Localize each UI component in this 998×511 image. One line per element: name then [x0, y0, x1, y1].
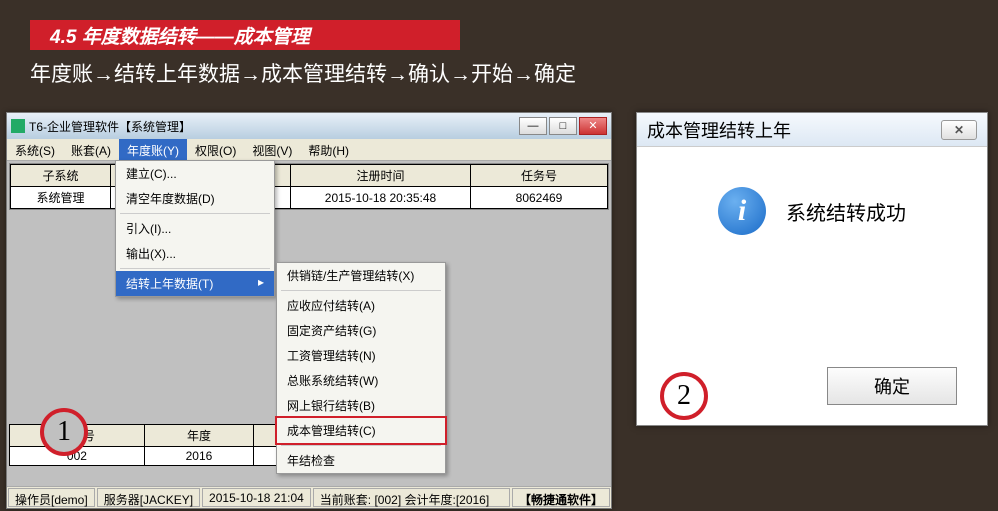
cell-year: 2016 [144, 447, 253, 466]
app-icon [11, 119, 25, 133]
minimize-button[interactable]: — [519, 117, 547, 135]
menu-item-gl[interactable]: 总账系统结转(W) [277, 368, 445, 393]
menu-account[interactable]: 账套(A) [63, 139, 119, 160]
menu-help[interactable]: 帮助(H) [300, 139, 357, 160]
menu-item-yearcheck[interactable]: 年结检查 [277, 448, 445, 473]
ok-button[interactable]: 确定 [827, 367, 957, 405]
maximize-button[interactable]: □ [549, 117, 577, 135]
window-title: T6-企业管理软件【系统管理】 [29, 118, 191, 135]
menu-item-create[interactable]: 建立(C)... [116, 161, 274, 186]
menu-view[interactable]: 视图(V) [244, 139, 300, 160]
col-subsystem: 子系统 [11, 165, 111, 187]
menu-item-ar[interactable]: 应收应付结转(A) [277, 293, 445, 318]
year-submenu: 建立(C)... 清空年度数据(D) 引入(I)... 输出(X)... 结转上… [115, 160, 275, 297]
carryforward-submenu: 供销链/生产管理结转(X) 应收应付结转(A) 固定资产结转(G) 工资管理结转… [276, 262, 446, 474]
dialog-close-button[interactable]: ✕ [941, 120, 977, 140]
step-circle-2: 2 [660, 372, 708, 420]
cell-taskno: 8062469 [471, 187, 608, 209]
menu-item-supply[interactable]: 供销链/生产管理结转(X) [277, 263, 445, 288]
slide-section-title: 4.5 年度数据结转——成本管理 [30, 20, 460, 50]
menu-item-import[interactable]: 引入(I)... [116, 216, 274, 241]
chevron-right-icon: ▸ [258, 275, 264, 292]
status-operator: 操作员[demo] [8, 488, 95, 507]
step-circle-1: 1 [40, 408, 88, 456]
dialog-title: 成本管理结转上年 [647, 117, 791, 143]
menu-item-fa[interactable]: 固定资产结转(G) [277, 318, 445, 343]
table-row: 系统管理 异常 2015-10-18 20:35:48 8062469 [11, 187, 608, 209]
menu-system[interactable]: 系统(S) [7, 139, 63, 160]
cell-subsystem: 系统管理 [11, 187, 111, 209]
menu-perm[interactable]: 权限(O) [187, 139, 244, 160]
col-regtime: 注册时间 [291, 165, 471, 187]
breadcrumb: 年度账→结转上年数据→成本管理结转→确认→开始→确定 [30, 58, 576, 88]
menubar: 系统(S) 账套(A) 年度账(Y) 权限(O) 视图(V) 帮助(H) [7, 139, 611, 161]
dialog-message: 系统结转成功 [786, 197, 906, 226]
statusbar: 操作员[demo] 服务器[JACKEY] 2015-10-18 21:04 当… [7, 486, 611, 508]
table-header-row: 子系统 运行状态 注册时间 任务号 [11, 165, 608, 187]
titlebar: T6-企业管理软件【系统管理】 — □ ✕ [7, 113, 611, 139]
status-time: 2015-10-18 21:04 [202, 488, 311, 507]
menu-item-bank[interactable]: 网上银行结转(B) [277, 393, 445, 418]
status-server: 服务器[JACKEY] [97, 488, 200, 507]
cell-regtime: 2015-10-18 20:35:48 [291, 187, 471, 209]
menu-item-wage[interactable]: 工资管理结转(N) [277, 343, 445, 368]
status-account: 当前账套: [002] 会计年度:[2016] [313, 488, 510, 507]
menu-item-cost[interactable]: 成本管理结转(C) [277, 418, 445, 443]
status-brand: 【畅捷通软件】 [512, 488, 610, 507]
menu-item-carryforward[interactable]: 结转上年数据(T)▸ [116, 271, 274, 296]
menu-item-export[interactable]: 输出(X)... [116, 241, 274, 266]
dialog-titlebar: 成本管理结转上年 ✕ [637, 113, 987, 147]
col-year: 年度 [144, 425, 253, 447]
menu-year[interactable]: 年度账(Y) [119, 139, 187, 160]
menu-item-clear[interactable]: 清空年度数据(D) [116, 186, 274, 211]
col-taskno: 任务号 [471, 165, 608, 187]
close-button[interactable]: ✕ [579, 117, 607, 135]
info-icon: i [718, 187, 766, 235]
top-table: 子系统 运行状态 注册时间 任务号 系统管理 异常 2015-10-18 20:… [9, 163, 609, 210]
